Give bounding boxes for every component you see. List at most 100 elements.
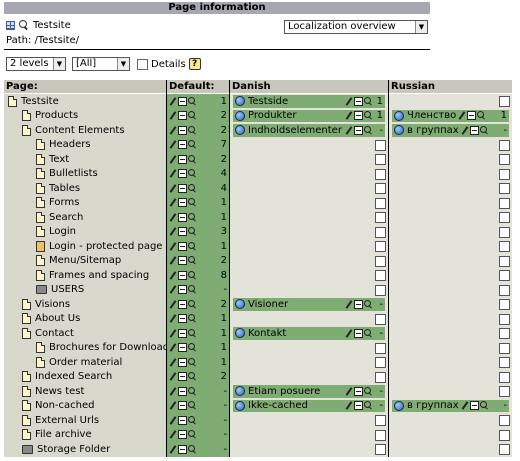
pencil-icon[interactable] <box>169 97 177 106</box>
page-icon[interactable] <box>36 255 45 267</box>
globe-icon[interactable] <box>235 96 245 107</box>
pencil-icon[interactable] <box>169 343 177 352</box>
new-page-icon[interactable] <box>178 343 187 353</box>
russian-checkbox[interactable] <box>499 371 510 383</box>
new-page-icon[interactable] <box>354 96 363 106</box>
pencil-icon[interactable] <box>345 300 353 309</box>
new-page-icon[interactable] <box>178 285 187 295</box>
pencil-icon[interactable] <box>169 314 177 323</box>
pencil-icon[interactable] <box>169 213 177 222</box>
page-icon[interactable] <box>22 327 31 339</box>
russian-checkbox[interactable] <box>499 139 510 151</box>
magnifier-icon[interactable] <box>19 20 29 30</box>
page-icon[interactable] <box>36 356 45 368</box>
danish-checkbox[interactable] <box>375 313 386 325</box>
magnifier-icon[interactable] <box>188 198 197 207</box>
magnifier-icon[interactable] <box>188 212 197 222</box>
russian-checkbox[interactable] <box>499 342 510 354</box>
page-icon[interactable] <box>36 226 45 238</box>
pencil-icon[interactable] <box>169 227 177 236</box>
magnifier-icon[interactable] <box>188 299 197 309</box>
russian-translation[interactable]: в группах - <box>392 124 509 137</box>
russian-checkbox[interactable] <box>499 429 510 441</box>
danish-checkbox[interactable] <box>375 139 386 151</box>
globe-icon[interactable] <box>235 400 245 411</box>
new-page-icon[interactable] <box>354 401 363 411</box>
magnifier-icon[interactable] <box>477 111 486 120</box>
page-icon[interactable] <box>22 414 31 426</box>
new-page-icon[interactable] <box>354 299 363 309</box>
pencil-icon[interactable] <box>169 140 177 149</box>
page-icon[interactable] <box>22 110 31 122</box>
view-select[interactable]: Localization overview ▼ <box>284 20 428 34</box>
new-page-icon[interactable] <box>178 212 187 222</box>
pencil-icon[interactable] <box>169 416 177 425</box>
danish-checkbox[interactable] <box>375 415 386 426</box>
russian-checkbox[interactable] <box>499 183 510 194</box>
danish-translation[interactable]: Kontakt - <box>233 327 385 340</box>
new-page-icon[interactable] <box>354 386 363 396</box>
russian-checkbox[interactable] <box>499 168 510 180</box>
russian-checkbox[interactable] <box>499 444 510 455</box>
danish-translation[interactable]: Produkter 1 <box>233 109 385 122</box>
magnifier-icon[interactable] <box>364 96 373 106</box>
magnifier-icon[interactable] <box>188 256 197 265</box>
new-page-icon[interactable] <box>178 357 187 367</box>
filter-select[interactable]: [All] ▼ <box>72 57 130 71</box>
danish-checkbox[interactable] <box>375 154 386 165</box>
magnifier-icon[interactable] <box>479 401 489 410</box>
magnifier-icon[interactable] <box>188 444 197 454</box>
magnifier-icon[interactable] <box>188 372 197 381</box>
russian-checkbox[interactable] <box>499 226 510 238</box>
globe-icon[interactable] <box>235 386 245 397</box>
danish-checkbox[interactable] <box>375 241 386 252</box>
globe-icon[interactable] <box>235 299 245 310</box>
danish-checkbox[interactable] <box>375 212 386 223</box>
magnifier-icon[interactable] <box>364 386 373 396</box>
danish-translation[interactable]: Ikke-cached - <box>233 399 385 412</box>
pencil-icon[interactable] <box>458 111 466 120</box>
pencil-icon[interactable] <box>169 372 177 381</box>
globe-icon[interactable] <box>235 110 245 121</box>
russian-checkbox[interactable] <box>499 270 510 281</box>
russian-checkbox[interactable] <box>499 197 510 209</box>
pencil-icon[interactable] <box>169 358 177 367</box>
danish-translation[interactable]: Testside 1 <box>233 95 385 108</box>
page-icon[interactable] <box>36 342 45 354</box>
pencil-icon[interactable] <box>345 387 353 396</box>
magnifier-icon[interactable] <box>188 125 197 135</box>
russian-checkbox[interactable] <box>499 386 510 397</box>
danish-checkbox[interactable] <box>375 371 386 383</box>
globe-icon[interactable] <box>394 400 404 411</box>
details-checkbox[interactable] <box>137 58 148 70</box>
page-icon[interactable] <box>22 400 31 412</box>
pencil-icon[interactable] <box>169 198 177 207</box>
globe-icon[interactable] <box>394 125 404 136</box>
new-page-icon[interactable] <box>178 444 187 454</box>
globe-icon[interactable] <box>235 125 245 136</box>
page-icon[interactable] <box>36 153 45 165</box>
new-page-icon[interactable] <box>178 314 187 324</box>
russian-checkbox[interactable] <box>499 154 510 165</box>
magnifier-icon[interactable] <box>479 125 489 135</box>
danish-checkbox[interactable] <box>375 197 386 209</box>
new-page-icon[interactable] <box>178 430 187 440</box>
danish-checkbox[interactable] <box>375 357 386 368</box>
lock-icon[interactable] <box>36 240 45 252</box>
russian-checkbox[interactable] <box>499 255 510 267</box>
danish-checkbox[interactable] <box>375 342 386 354</box>
page-icon[interactable] <box>22 313 31 325</box>
magnifier-icon[interactable] <box>364 401 373 410</box>
magnifier-icon[interactable] <box>188 357 197 367</box>
pencil-icon[interactable] <box>169 387 177 396</box>
pencil-icon[interactable] <box>461 126 469 135</box>
russian-checkbox[interactable] <box>499 212 510 223</box>
new-page-icon[interactable] <box>178 96 187 106</box>
new-page-icon[interactable] <box>178 125 187 135</box>
new-page-icon[interactable] <box>178 140 187 150</box>
page-icon[interactable] <box>22 429 31 441</box>
magnifier-icon[interactable] <box>188 140 197 149</box>
magnifier-icon[interactable] <box>364 328 373 338</box>
new-page-icon[interactable] <box>178 183 187 193</box>
russian-checkbox[interactable] <box>499 241 510 252</box>
